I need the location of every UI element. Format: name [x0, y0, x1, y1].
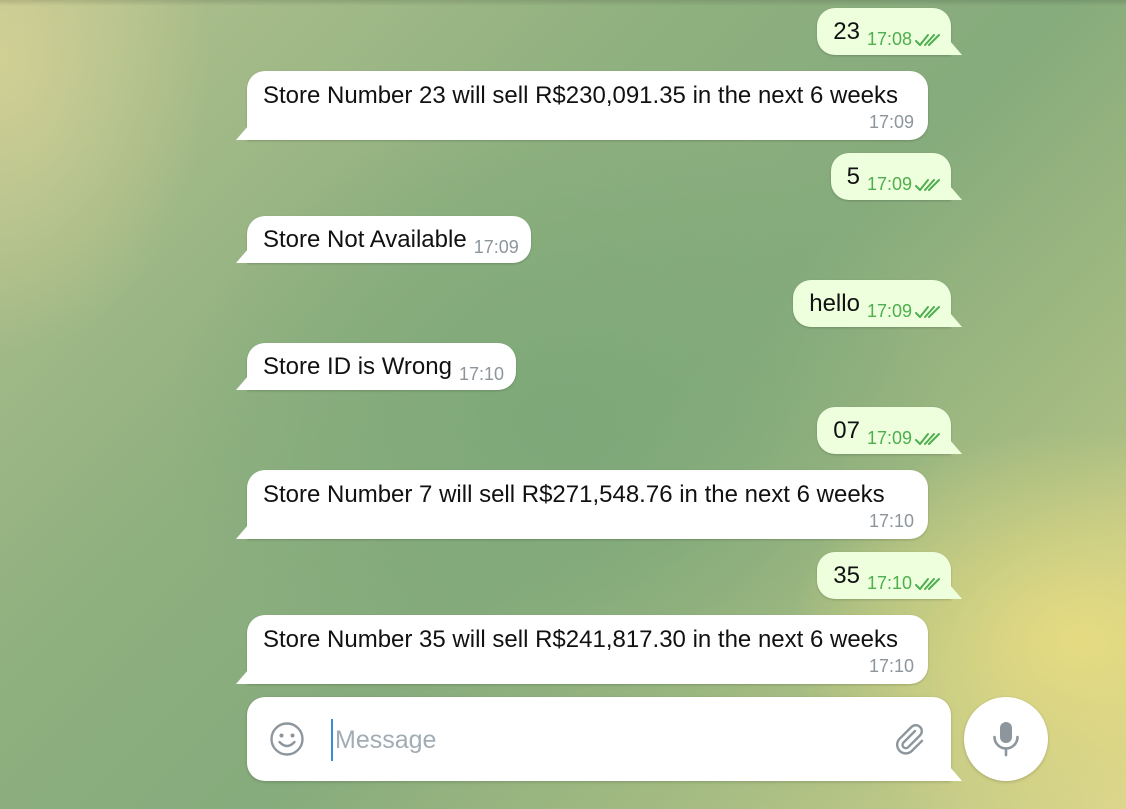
message-time: 17:09	[868, 112, 914, 132]
message-meta: 17:08	[867, 25, 941, 53]
message-time: 17:10	[458, 364, 504, 384]
message-bubble-incoming[interactable]: Store Number 7 will sell R$271,548.76 in…	[247, 470, 928, 539]
message-time: 17:10	[868, 511, 914, 531]
message-time: 17:08	[866, 29, 912, 49]
message-bubble-outgoing[interactable]: hello 17:09	[793, 280, 951, 327]
message-time: 17:09	[866, 301, 912, 321]
smiley-icon[interactable]	[269, 721, 305, 757]
message-meta: 17:09	[867, 424, 941, 452]
message-time: 17:09	[866, 428, 912, 448]
message-bubble-incoming[interactable]: Store Number 35 will sell R$241,817.30 i…	[247, 615, 928, 684]
message-text: Store Number 7 will sell R$271,548.76 in…	[263, 481, 885, 508]
message-composer	[247, 697, 951, 781]
double-check-icon	[915, 34, 940, 46]
double-check-icon	[915, 578, 940, 590]
message-time: 17:09	[866, 174, 912, 194]
microphone-icon	[993, 722, 1019, 757]
double-check-icon	[915, 433, 940, 445]
message-input[interactable]	[331, 719, 877, 761]
message-bubble-outgoing[interactable]: 23 17:08	[817, 8, 951, 55]
message-bubble-incoming[interactable]: Store Not Available 17:09	[247, 216, 531, 263]
message-time: 17:10	[868, 656, 914, 676]
message-bubble-incoming[interactable]: Store ID is Wrong 17:10	[247, 343, 516, 390]
message-text: Store Not Available	[263, 226, 467, 253]
message-text: hello	[809, 290, 860, 317]
message-bubble-incoming[interactable]: Store Number 23 will sell R$230,091.35 i…	[247, 71, 928, 140]
message-text: 5	[846, 163, 860, 190]
message-bubble-outgoing[interactable]: 35 17:10	[817, 552, 951, 599]
message-bubble-outgoing[interactable]: 5 17:09	[830, 153, 951, 200]
message-text: Store Number 35 will sell R$241,817.30 i…	[263, 626, 899, 653]
message-time: 17:10	[866, 573, 912, 593]
message-meta: 17:10	[867, 569, 941, 597]
message-text: 07	[833, 417, 860, 444]
message-meta: 17:09	[867, 297, 941, 325]
message-time: 17:09	[473, 237, 519, 257]
message-text: Store Number 23 will sell R$230,091.35 i…	[263, 82, 899, 109]
message-text: 23	[833, 18, 860, 45]
message-text: 35	[833, 562, 860, 589]
message-text: Store ID is Wrong	[263, 353, 452, 380]
message-bubble-outgoing[interactable]: 07 17:09	[817, 407, 951, 454]
paperclip-icon[interactable]	[891, 721, 927, 757]
voice-record-button[interactable]	[964, 697, 1048, 781]
header-shadow	[0, 0, 1126, 6]
double-check-icon	[915, 179, 940, 191]
double-check-icon	[915, 306, 940, 318]
message-meta: 17:09	[867, 170, 941, 198]
